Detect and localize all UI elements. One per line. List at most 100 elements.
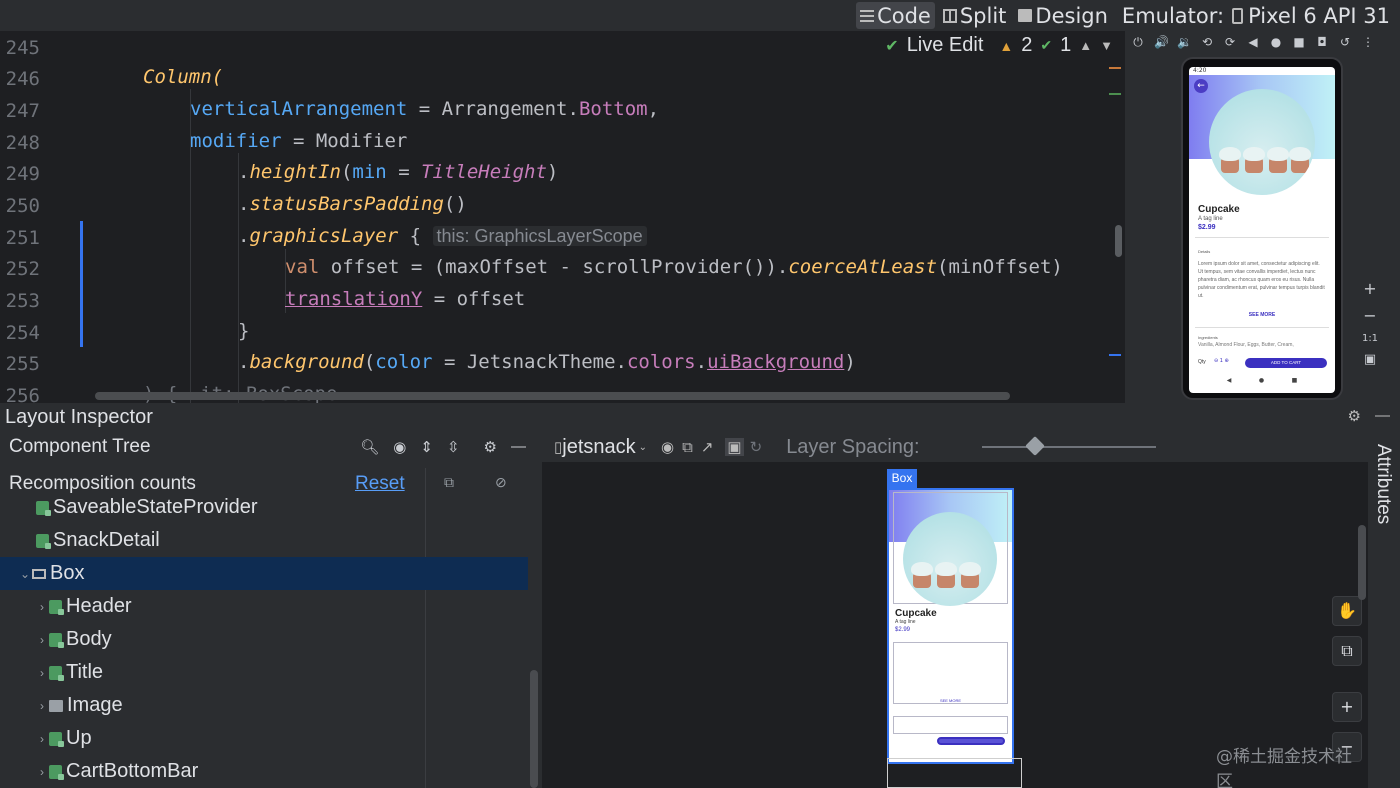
open-external-icon[interactable]: ↗	[701, 438, 714, 456]
volume-down-icon[interactable]: 🔉	[1177, 35, 1192, 49]
emulator-label: Emulator:	[1121, 3, 1225, 28]
code-token: ()	[443, 193, 467, 215]
component-tree-panel: Component Tree 🔍︎ ◉ ⇕ ⇳ ⚙ — Recompositio…	[0, 432, 542, 788]
chevron-right-icon[interactable]: ›	[35, 633, 49, 647]
check-count[interactable]: 1	[1060, 34, 1071, 57]
chevron-down-icon[interactable]: ⌄	[18, 567, 32, 581]
copy-icon[interactable]: ⧉	[444, 474, 454, 491]
gear-icon[interactable]: ⚙	[484, 438, 497, 456]
chevron-up-icon[interactable]: ▲	[1079, 38, 1092, 53]
tree-scrollbar[interactable]	[530, 670, 538, 788]
hide-panel-icon[interactable]: —	[511, 438, 526, 456]
line-number: 250	[5, 195, 40, 217]
device-screen[interactable]: 4:20 ← Cupcake A tag line $2.99 Details …	[1189, 67, 1335, 393]
reset-link[interactable]: Reset	[355, 473, 405, 495]
chevron-down-icon[interactable]: ▼	[1100, 38, 1113, 53]
code-token: = Arrangement.	[407, 98, 579, 120]
tree-item[interactable]: SaveableStateProvider	[0, 498, 528, 524]
reset-icon[interactable]: ↺	[1338, 35, 1352, 49]
camera-icon[interactable]: ◘	[1315, 35, 1329, 49]
qty-label: Qty	[1198, 359, 1206, 365]
tree-item[interactable]: › Up	[0, 722, 528, 755]
layer-spacing-slider[interactable]	[982, 436, 1156, 456]
collapse-all-icon[interactable]: ⇳	[447, 438, 460, 456]
code-token: (	[340, 161, 353, 183]
back-arrow-icon[interactable]: ←	[1194, 79, 1208, 93]
tree-item[interactable]: › Header	[0, 590, 528, 623]
process-selector[interactable]: jetsnack	[562, 436, 635, 459]
tree-item[interactable]: › Body	[0, 623, 528, 656]
design-mode-button[interactable]: Design	[1014, 2, 1112, 29]
chevron-right-icon[interactable]: ›	[35, 666, 49, 680]
mode-3d-icon[interactable]: ⧉	[1332, 636, 1362, 666]
code-area[interactable]: Column( verticalArrangement = Arrangemen…	[95, 31, 1125, 403]
rotate-left-icon[interactable]: ⟲	[1200, 35, 1214, 49]
overview-icon[interactable]: ■	[1292, 35, 1306, 49]
editor-horizontal-scrollbar[interactable]	[95, 392, 1010, 400]
settings-gear-icon[interactable]: ⚙	[1348, 407, 1361, 425]
details-text: Lorem ipsum dolor sit amet, consectetur …	[1198, 261, 1325, 299]
qty-stepper[interactable]: ⊖ 1 ⊕	[1214, 358, 1229, 364]
view-options-eye-icon[interactable]: ◉	[661, 438, 674, 456]
search-icon[interactable]: 🔍︎	[360, 438, 379, 456]
details-heading: Details	[1198, 249, 1211, 254]
power-icon[interactable]: ⏻	[1131, 35, 1145, 50]
chevron-right-icon[interactable]: ›	[35, 699, 49, 713]
tree-item[interactable]: › Image	[0, 689, 528, 722]
volume-up-icon[interactable]: 🔊	[1154, 35, 1169, 49]
chevron-right-icon[interactable]: ›	[35, 765, 49, 779]
expand-all-icon[interactable]: ⇕	[420, 438, 433, 456]
add-to-cart-button[interactable]: ADD TO CART	[1245, 358, 1327, 368]
nav-back-icon[interactable]: ◀	[1227, 377, 1232, 384]
slider-thumb[interactable]	[1025, 436, 1045, 456]
split-mode-button[interactable]: Split	[939, 2, 1011, 29]
fit-screen-icon[interactable]: ▣	[1364, 352, 1376, 367]
refresh-icon[interactable]: ↻	[750, 438, 763, 456]
live-updates-icon[interactable]: ▣	[725, 438, 744, 456]
zoom-in-icon[interactable]: +	[1363, 279, 1376, 298]
tree-item[interactable]: › CartBottomBar	[0, 755, 528, 788]
eye-icon[interactable]: ◉	[393, 438, 406, 456]
code-mode-button[interactable]: Code	[856, 2, 935, 29]
live-edit-toolbar: ✔ Live Edit ▲ 2 ✔ 1 ▲ ▼	[885, 34, 1113, 57]
device-selector[interactable]: Pixel 6 API 31	[1228, 2, 1394, 29]
attributes-label[interactable]: Attributes	[1372, 444, 1394, 524]
layout-inspector-canvas[interactable]: Box Cupcake A tag line $2.99 SEE MORE ✋ …	[542, 462, 1368, 788]
more-icon[interactable]: ⋮	[1361, 35, 1375, 49]
back-icon[interactable]: ◀	[1246, 35, 1260, 49]
pan-hand-icon[interactable]: ✋	[1332, 596, 1362, 626]
tree-item-selected[interactable]: ⌄ Box	[0, 557, 528, 590]
preview-title: Cupcake	[895, 608, 937, 619]
layer-outline	[887, 758, 1022, 788]
see-more-button[interactable]: SEE MORE	[1189, 312, 1335, 318]
attributes-side-tab[interactable]: Attributes	[1368, 432, 1400, 788]
code-token: .	[238, 161, 250, 183]
compose-node-icon	[49, 632, 64, 648]
code-line-246: Column(	[143, 66, 223, 88]
dropdown-chevron-icon[interactable]: ⌄	[639, 442, 647, 453]
snapshot-icon[interactable]: ⧉	[682, 439, 693, 456]
nav-recents-icon[interactable]: ■	[1292, 377, 1298, 384]
tree-item[interactable]: SnackDetail	[0, 524, 528, 557]
layer-spacing-label: Layer Spacing:	[786, 435, 920, 458]
rotate-right-icon[interactable]: ⟳	[1223, 35, 1237, 49]
block-icon[interactable]: ⊘	[495, 474, 507, 491]
chevron-right-icon[interactable]: ›	[35, 732, 49, 746]
warning-count[interactable]: 2	[1021, 34, 1032, 57]
code-token: modifier	[190, 130, 282, 152]
rendered-layout-preview[interactable]: Cupcake A tag line $2.99 SEE MORE	[887, 488, 1014, 764]
tree-item[interactable]: › Title	[0, 656, 528, 689]
code-token: translationY	[285, 288, 423, 310]
nav-home-icon[interactable]: ●	[1259, 377, 1264, 384]
zoom-in-icon[interactable]: +	[1332, 692, 1362, 722]
code-editor[interactable]: 245 246 247 248 249 250 251 252 253 254 …	[0, 31, 1125, 403]
canvas-scrollbar[interactable]	[1358, 525, 1366, 600]
minimize-icon[interactable]: —	[1375, 407, 1390, 425]
zoom-ratio-button[interactable]: 1:1	[1362, 333, 1378, 344]
zoom-out-icon[interactable]: −	[1363, 306, 1376, 325]
editor-vertical-scrollbar[interactable]	[1115, 225, 1122, 257]
layout-inspector-header: Layout Inspector ⚙ —	[0, 403, 1400, 432]
chevron-right-icon[interactable]: ›	[35, 600, 49, 614]
home-icon[interactable]: ●	[1269, 35, 1283, 49]
live-edit-label[interactable]: Live Edit	[907, 34, 984, 57]
